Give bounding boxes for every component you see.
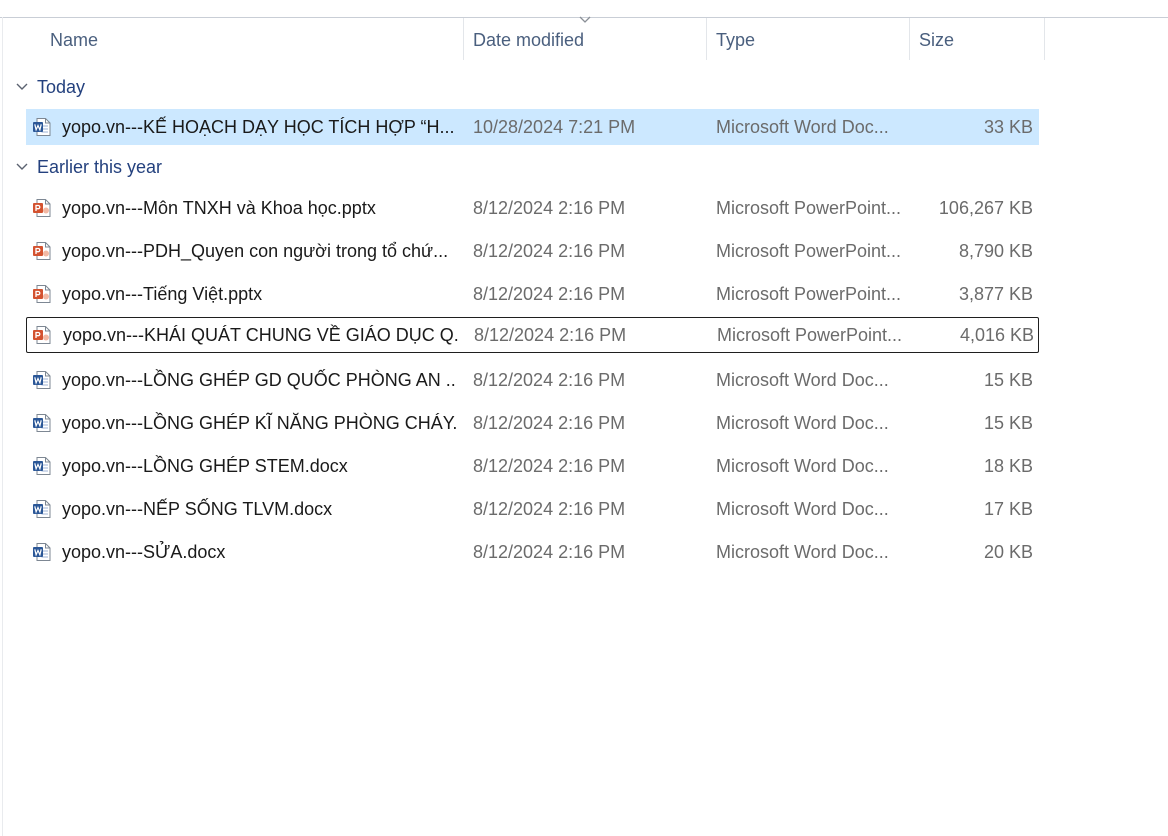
group-header[interactable]: Today xyxy=(15,72,85,102)
file-size: 106,267 KB xyxy=(938,198,1033,218)
file-size: 17 KB xyxy=(983,499,1033,519)
column-header-row: Name Date modified Type Size xyxy=(0,18,1168,60)
file-size: 3,877 KB xyxy=(958,284,1033,304)
file-date-modified: 8/12/2024 2:16 PM xyxy=(473,370,626,390)
file-date-modified: 8/12/2024 2:16 PM xyxy=(473,456,626,476)
file-type: Microsoft PowerPoint... xyxy=(717,325,903,345)
file-size: 33 KB xyxy=(983,117,1033,137)
column-header-type[interactable]: Type xyxy=(706,18,909,60)
powerpoint-doc-icon xyxy=(32,284,52,304)
group-header[interactable]: Earlier this year xyxy=(15,152,162,182)
word-doc-icon xyxy=(32,413,52,433)
column-divider[interactable] xyxy=(1044,18,1045,60)
file-size: 15 KB xyxy=(983,413,1033,433)
file-row[interactable]: yopo.vn---Tiếng Việt.pptx 8/12/2024 2:16 … xyxy=(26,276,1039,312)
file-type: Microsoft PowerPoint... xyxy=(716,198,902,218)
file-row[interactable]: yopo.vn---SỬA.docx 8/12/2024 2:16 PM Micro… xyxy=(26,534,1039,570)
file-type: Microsoft Word Doc... xyxy=(716,542,889,562)
file-row[interactable]: yopo.vn---PDH_Quyen con người trong tổ c… xyxy=(26,233,1039,269)
word-doc-icon xyxy=(32,499,52,519)
file-name: yopo.vn---Môn TNXH và Khoa học.pptx xyxy=(62,198,376,218)
word-doc-icon xyxy=(32,456,52,476)
file-row[interactable]: yopo.vn---KẾ HOẠCH DẠY HỌC TÍCH HỢP “H..… xyxy=(26,109,1039,145)
file-row[interactable]: yopo.vn---LỒNG GHÉP KĨ NĂNG PHÒNG CHÁY..… xyxy=(26,405,1039,441)
file-row[interactable]: yopo.vn---LỒNG GHÉP STEM.docx 8/12/2024 2… xyxy=(26,448,1039,484)
file-date-modified: 8/12/2024 2:16 PM xyxy=(473,413,626,433)
file-date-modified: 8/12/2024 2:16 PM xyxy=(473,542,626,562)
file-row[interactable]: yopo.vn---Môn TNXH và Khoa học.pptx 8/12/… xyxy=(26,190,1039,226)
word-doc-icon xyxy=(32,370,52,390)
file-date-modified: 10/28/2024 7:21 PM xyxy=(473,117,636,137)
file-row[interactable]: yopo.vn---KHÁI QUÁT CHUNG VỀ GIÁO DỤC Q.… xyxy=(26,317,1039,353)
file-type: Microsoft Word Doc... xyxy=(716,413,889,433)
file-name: yopo.vn---LỒNG GHÉP STEM.docx xyxy=(62,456,348,476)
file-date-modified: 8/12/2024 2:16 PM xyxy=(474,325,627,345)
file-type: Microsoft Word Doc... xyxy=(716,456,889,476)
file-name: yopo.vn---LỒNG GHÉP GD QUỐC PHÒNG AN ... xyxy=(62,370,457,390)
file-date-modified: 8/12/2024 2:16 PM xyxy=(473,499,626,519)
file-name: yopo.vn---Tiếng Việt.pptx xyxy=(62,284,263,304)
column-header-date-modified[interactable]: Date modified xyxy=(463,18,706,60)
group-label: Today xyxy=(37,76,86,97)
left-border xyxy=(2,17,3,836)
file-name: yopo.vn---PDH_Quyen con người trong tổ c… xyxy=(62,241,449,261)
file-row[interactable]: yopo.vn---LỒNG GHÉP GD QUỐC PHÒNG AN ...… xyxy=(26,362,1039,398)
file-size: 18 KB xyxy=(983,456,1033,476)
file-size: 8,790 KB xyxy=(958,241,1033,261)
powerpoint-doc-icon xyxy=(32,241,52,261)
file-name: yopo.vn---SỬA.docx xyxy=(62,542,226,562)
file-name: yopo.vn---KẾ HOẠCH DẠY HỌC TÍCH HỢP “H..… xyxy=(62,117,455,137)
column-header-name[interactable]: Name xyxy=(40,18,463,60)
file-type: Microsoft PowerPoint... xyxy=(716,284,902,304)
group-label: Earlier this year xyxy=(37,156,163,177)
file-type: Microsoft Word Doc... xyxy=(716,499,889,519)
file-size: 15 KB xyxy=(983,370,1033,390)
file-date-modified: 8/12/2024 2:16 PM xyxy=(473,241,626,261)
column-header-size[interactable]: Size xyxy=(909,18,1044,60)
powerpoint-doc-icon xyxy=(32,198,52,218)
file-type: Microsoft PowerPoint... xyxy=(716,241,902,261)
file-name: yopo.vn---KHÁI QUÁT CHUNG VỀ GIÁO DỤC Q.… xyxy=(63,325,458,345)
file-name: yopo.vn---NẾP SỐNG TLVM.docx xyxy=(62,499,333,519)
file-row[interactable]: yopo.vn---NẾP SỐNG TLVM.docx 8/12/2024 2:… xyxy=(26,491,1039,527)
file-date-modified: 8/12/2024 2:16 PM xyxy=(473,284,626,304)
chevron-down-icon[interactable] xyxy=(15,82,29,92)
powerpoint-doc-icon xyxy=(32,325,52,345)
file-type: Microsoft Word Doc... xyxy=(716,117,889,137)
file-size: 4,016 KB xyxy=(959,325,1034,345)
chevron-down-icon[interactable] xyxy=(15,162,29,172)
file-type: Microsoft Word Doc... xyxy=(716,370,889,390)
word-doc-icon xyxy=(32,117,52,137)
file-name: yopo.vn---LỒNG GHÉP KĨ NĂNG PHÒNG CHÁY..… xyxy=(62,413,457,433)
file-date-modified: 8/12/2024 2:16 PM xyxy=(473,198,626,218)
file-size: 20 KB xyxy=(983,542,1033,562)
word-doc-icon xyxy=(32,542,52,562)
